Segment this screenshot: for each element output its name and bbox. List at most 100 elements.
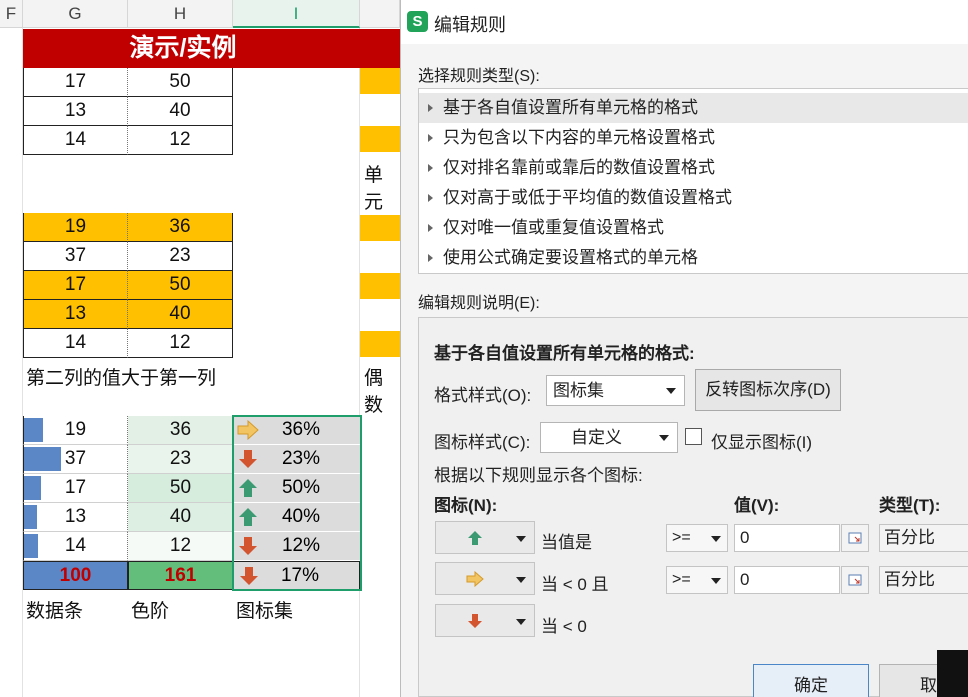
column-header-g[interactable]: G	[23, 0, 128, 28]
rule-type-item[interactable]: 仅对高于或低于平均值的数值设置格式	[419, 183, 968, 213]
cell[interactable]: 37	[23, 242, 128, 271]
icon-style-value: 自定义	[571, 428, 622, 447]
icon-select-3[interactable]	[435, 604, 535, 637]
rule-type-text: 基于各自值设置所有单元格的格式	[443, 98, 698, 117]
highlighted-cell[interactable]	[360, 331, 402, 357]
operator-select-1[interactable]: >=	[666, 524, 728, 552]
wps-app-icon: S	[407, 11, 428, 32]
cell[interactable]: 17	[23, 68, 128, 97]
label-data-bars: 数据条	[26, 601, 84, 622]
rule-type-item[interactable]: 只为包含以下内容的单元格设置格式	[419, 123, 968, 153]
format-style-value: 图标集	[553, 381, 604, 400]
bullet-triangle-icon	[428, 104, 433, 112]
highlighted-cell[interactable]	[360, 273, 402, 299]
green-up-arrow-icon	[468, 531, 482, 545]
cell[interactable]: 50	[128, 474, 233, 503]
rule-3-condition: 当 < 0	[541, 617, 587, 636]
cell[interactable]: 37	[23, 445, 128, 474]
dialog-titlebar[interactable]: S 编辑规则	[401, 0, 968, 44]
icon-style-label: 图标样式(C):	[434, 433, 531, 452]
operator-value: >=	[672, 571, 691, 588]
column-header-h[interactable]: H	[128, 0, 233, 28]
highlighted-cell[interactable]	[360, 68, 402, 94]
cell[interactable]: 13	[23, 503, 128, 532]
panel-heading: 基于各自值设置所有单元格的格式:	[434, 344, 695, 363]
column-header-j[interactable]	[360, 0, 400, 28]
show-icon-only-label: 仅显示图标(I)	[711, 433, 813, 452]
format-style-select[interactable]: 图标集	[546, 375, 685, 406]
cell[interactable]: 12	[128, 532, 233, 561]
rule-description-panel: 基于各自值设置所有单元格的格式: 格式样式(O): 图标集 反转图标次序(D) …	[418, 317, 968, 697]
rule-type-item[interactable]: 基于各自值设置所有单元格的格式	[419, 93, 968, 123]
cell[interactable]: 14	[23, 329, 128, 358]
rule-1-condition: 当值是	[541, 533, 592, 552]
rule-type-text: 只为包含以下内容的单元格设置格式	[443, 128, 715, 147]
bullet-triangle-icon	[428, 254, 433, 262]
bullet-triangle-icon	[428, 134, 433, 142]
rule-type-item[interactable]: 仅对排名靠前或靠后的数值设置格式	[419, 153, 968, 183]
reverse-icon-order-button[interactable]: 反转图标次序(D)	[695, 369, 841, 411]
cell[interactable]: 13	[23, 300, 128, 329]
rule-type-item[interactable]: 仅对唯一值或重复值设置格式	[419, 213, 968, 243]
highlighted-cell[interactable]	[360, 126, 402, 152]
type-select-1[interactable]: 百分比	[879, 524, 968, 552]
yellow-right-arrow-icon	[466, 571, 484, 587]
ok-button[interactable]: 确定	[753, 664, 869, 697]
column-type-header: 类型(T):	[879, 496, 941, 515]
occluding-window-corner	[937, 650, 968, 697]
edit-desc-label: 编辑规则说明(E):	[418, 295, 540, 312]
cell[interactable]: 23	[128, 445, 233, 474]
cell[interactable]: 14	[23, 126, 128, 155]
value-input-1[interactable]: 0	[734, 524, 840, 552]
cell-label: 偶数	[364, 368, 384, 416]
highlighted-cell[interactable]	[360, 215, 402, 241]
cell[interactable]: 17	[23, 474, 128, 503]
cell[interactable]: 40	[128, 300, 233, 329]
cell[interactable]: 50	[128, 271, 233, 300]
cell[interactable]: 14	[23, 532, 128, 561]
cell[interactable]: 12	[128, 126, 233, 155]
cell[interactable]: 50	[128, 68, 233, 97]
cell[interactable]: 19	[23, 416, 128, 445]
spreadsheet: F G H I 演示/实例 17 50 13 40 14 12 单元 19 36…	[0, 0, 403, 697]
chevron-down-icon	[516, 619, 526, 625]
rule-type-text: 仅对排名靠前或靠后的数值设置格式	[443, 158, 715, 177]
total-data-bar-cell[interactable]: 100	[23, 561, 128, 590]
chevron-down-icon	[516, 536, 526, 542]
cell[interactable]: 36	[128, 213, 233, 242]
banner-title: 演示/实例	[23, 29, 403, 68]
cell[interactable]: 36	[128, 416, 233, 445]
cell-reference-button[interactable]	[841, 524, 869, 552]
value-input-2[interactable]: 0	[734, 566, 840, 594]
operator-select-2[interactable]: >=	[666, 566, 728, 594]
rule-type-label: 选择规则类型(S):	[418, 68, 540, 85]
rule-type-text: 仅对高于或低于平均值的数值设置格式	[443, 188, 732, 207]
rule-type-text: 使用公式确定要设置格式的单元格	[443, 248, 698, 267]
icon-select-1[interactable]	[435, 521, 535, 554]
cell[interactable]: 40	[128, 503, 233, 532]
cell-label: 第二列的值大于第一列	[26, 368, 217, 389]
icon-select-2[interactable]	[435, 562, 535, 595]
cell[interactable]: 40	[128, 97, 233, 126]
bullet-triangle-icon	[428, 164, 433, 172]
cell[interactable]: 12	[128, 329, 233, 358]
icon-style-select[interactable]: 自定义	[540, 422, 678, 453]
label-icon-set: 图标集	[236, 601, 294, 622]
cell[interactable]: 23	[128, 242, 233, 271]
total-color-scale-cell[interactable]: 161	[128, 561, 233, 590]
type-select-2[interactable]: 百分比	[879, 566, 968, 594]
column-header-i[interactable]: I	[233, 0, 360, 28]
chevron-down-icon	[711, 536, 721, 542]
chevron-down-icon	[666, 388, 676, 394]
column-header-f[interactable]: F	[0, 0, 23, 28]
chevron-down-icon	[711, 578, 721, 584]
rule-type-list[interactable]: 基于各自值设置所有单元格的格式 只为包含以下内容的单元格设置格式 仅对排名靠前或…	[418, 88, 968, 274]
rule-type-item[interactable]: 使用公式确定要设置格式的单元格	[419, 243, 968, 273]
cell[interactable]: 19	[23, 213, 128, 242]
cell[interactable]: 13	[23, 97, 128, 126]
cell-reference-button[interactable]	[841, 566, 869, 594]
bullet-triangle-icon	[428, 194, 433, 202]
cell[interactable]: 17	[23, 271, 128, 300]
selection-box	[232, 415, 362, 591]
show-icon-only-checkbox[interactable]	[685, 428, 702, 445]
